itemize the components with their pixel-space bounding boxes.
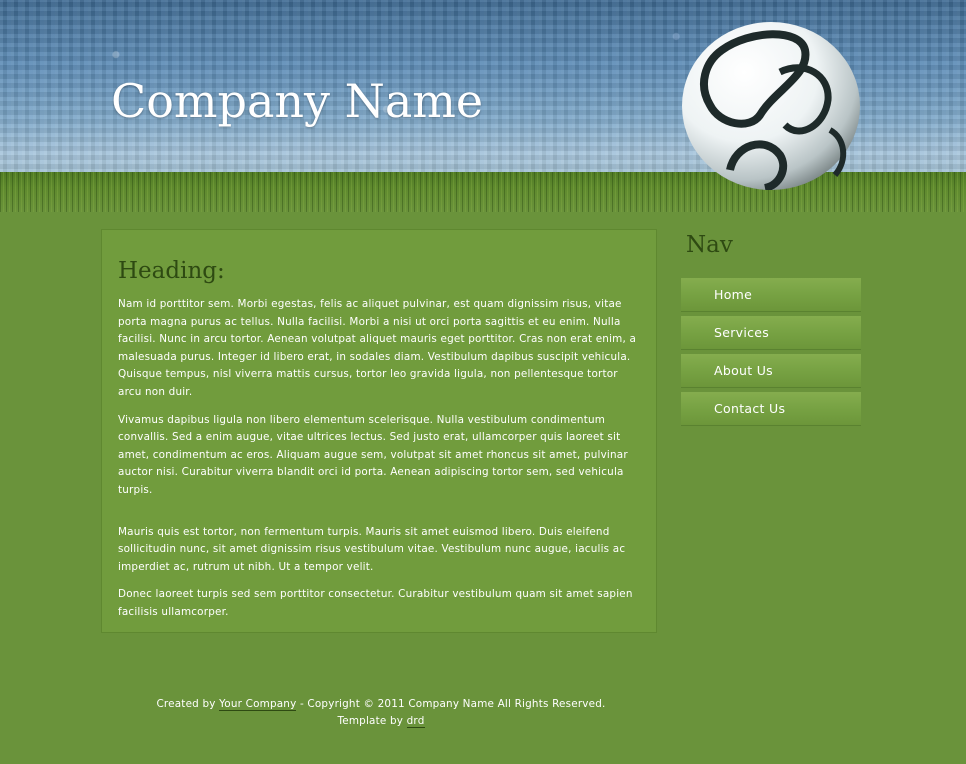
your-company-link[interactable]: Your Company bbox=[219, 698, 297, 711]
content-box: Heading: Nam id porttitor sem. Morbi ege… bbox=[101, 229, 657, 633]
nav-item-contact-us[interactable]: Contact Us bbox=[681, 392, 861, 426]
nav-item-home[interactable]: Home bbox=[681, 278, 861, 312]
nav-menu: Home Services About Us Contact Us bbox=[681, 278, 861, 430]
footer-line-1: Created by Your Company - Copyright © 20… bbox=[101, 696, 661, 713]
drd-link[interactable]: drd bbox=[406, 715, 425, 728]
nav-item-about-us[interactable]: About Us bbox=[681, 354, 861, 388]
footer-template-by: Template by bbox=[337, 715, 404, 727]
header: Company Name bbox=[0, 0, 966, 212]
footer-created-by: Created by bbox=[156, 698, 216, 710]
nav-item-services[interactable]: Services bbox=[681, 316, 861, 350]
footer-line-2: Template by drd bbox=[101, 713, 661, 730]
paragraph-4: Donec laoreet turpis sed sem porttitor c… bbox=[118, 588, 633, 618]
footer: Created by Your Company - Copyright © 20… bbox=[101, 696, 661, 730]
nav-title: Nav bbox=[686, 232, 733, 258]
footer-copyright: - Copyright © 2011 Company Name All Righ… bbox=[299, 698, 606, 710]
content-heading: Heading: bbox=[118, 258, 225, 284]
paragraph-2: Vivamus dapibus ligula non libero elemen… bbox=[118, 413, 628, 496]
soccer-ball-icon bbox=[682, 22, 860, 190]
paragraph-3: Mauris quis est tortor, non fermentum tu… bbox=[118, 525, 626, 573]
paragraph-1: Nam id porttitor sem. Morbi egestas, fel… bbox=[118, 298, 637, 398]
company-name: Company Name bbox=[111, 74, 484, 128]
